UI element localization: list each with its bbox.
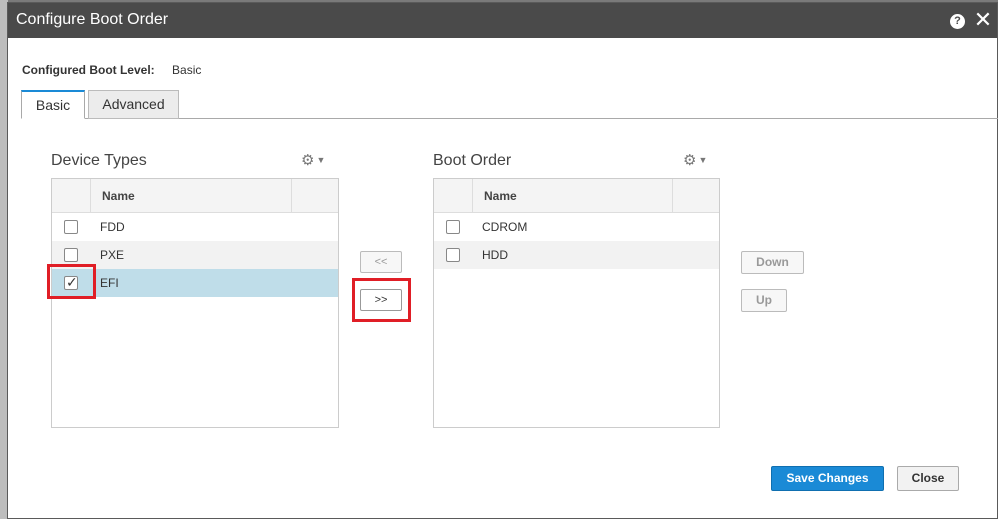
device-types-title: Device Types: [51, 152, 147, 169]
boot-level-value: Basic: [172, 63, 202, 77]
move-up-button[interactable]: Up: [741, 289, 787, 312]
device-types-grid: Name FDD PXE EFI: [51, 178, 339, 428]
device-types-gear-icon[interactable]: ⚙ ▼: [301, 151, 325, 169]
checkbox-fdd[interactable]: [64, 220, 78, 234]
close-icon[interactable]: ✕: [973, 9, 993, 31]
item-label: HDD: [482, 248, 508, 262]
annotation-highlight-checkbox: [47, 264, 96, 299]
item-label: CDROM: [482, 220, 528, 234]
help-icon[interactable]: ?: [950, 14, 965, 29]
boot-order-gear-icon[interactable]: ⚙ ▼: [683, 151, 707, 169]
item-label: FDD: [100, 220, 125, 234]
configured-boot-level: Configured Boot Level: Basic: [22, 63, 201, 77]
checkbox-pxe[interactable]: [64, 248, 78, 262]
tab-bar: Basic Advanced: [21, 90, 998, 119]
column-header-name[interactable]: Name: [102, 189, 135, 203]
boot-level-label: Configured Boot Level:: [22, 63, 155, 77]
move-down-button[interactable]: Down: [741, 251, 804, 274]
boot-order-grid: Name CDROM HDD: [433, 178, 720, 428]
tab-basic[interactable]: Basic: [21, 90, 85, 119]
annotation-highlight-move-button: [352, 278, 411, 322]
list-item-cdrom[interactable]: CDROM: [434, 213, 719, 241]
save-changes-button[interactable]: Save Changes: [771, 466, 884, 491]
move-left-button[interactable]: <<: [360, 251, 402, 273]
tab-advanced[interactable]: Advanced: [88, 90, 179, 119]
dialog-title: Configure Boot Order: [16, 11, 169, 28]
grid-header: Name: [52, 179, 338, 213]
boot-order-title: Boot Order: [433, 152, 512, 169]
item-label: EFI: [100, 276, 119, 290]
grid-header: Name: [434, 179, 719, 213]
close-button[interactable]: Close: [897, 466, 959, 491]
item-label: PXE: [100, 248, 125, 262]
dialog-titlebar: Configure Boot Order ? ✕: [8, 3, 997, 38]
column-header-name[interactable]: Name: [484, 189, 517, 203]
list-item-fdd[interactable]: FDD: [52, 213, 338, 241]
checkbox-hdd[interactable]: [446, 248, 460, 262]
list-item-hdd[interactable]: HDD: [434, 241, 719, 269]
checkbox-cdrom[interactable]: [446, 220, 460, 234]
configure-boot-order-dialog: Configure Boot Order ? ✕ Configured Boot…: [7, 2, 998, 519]
